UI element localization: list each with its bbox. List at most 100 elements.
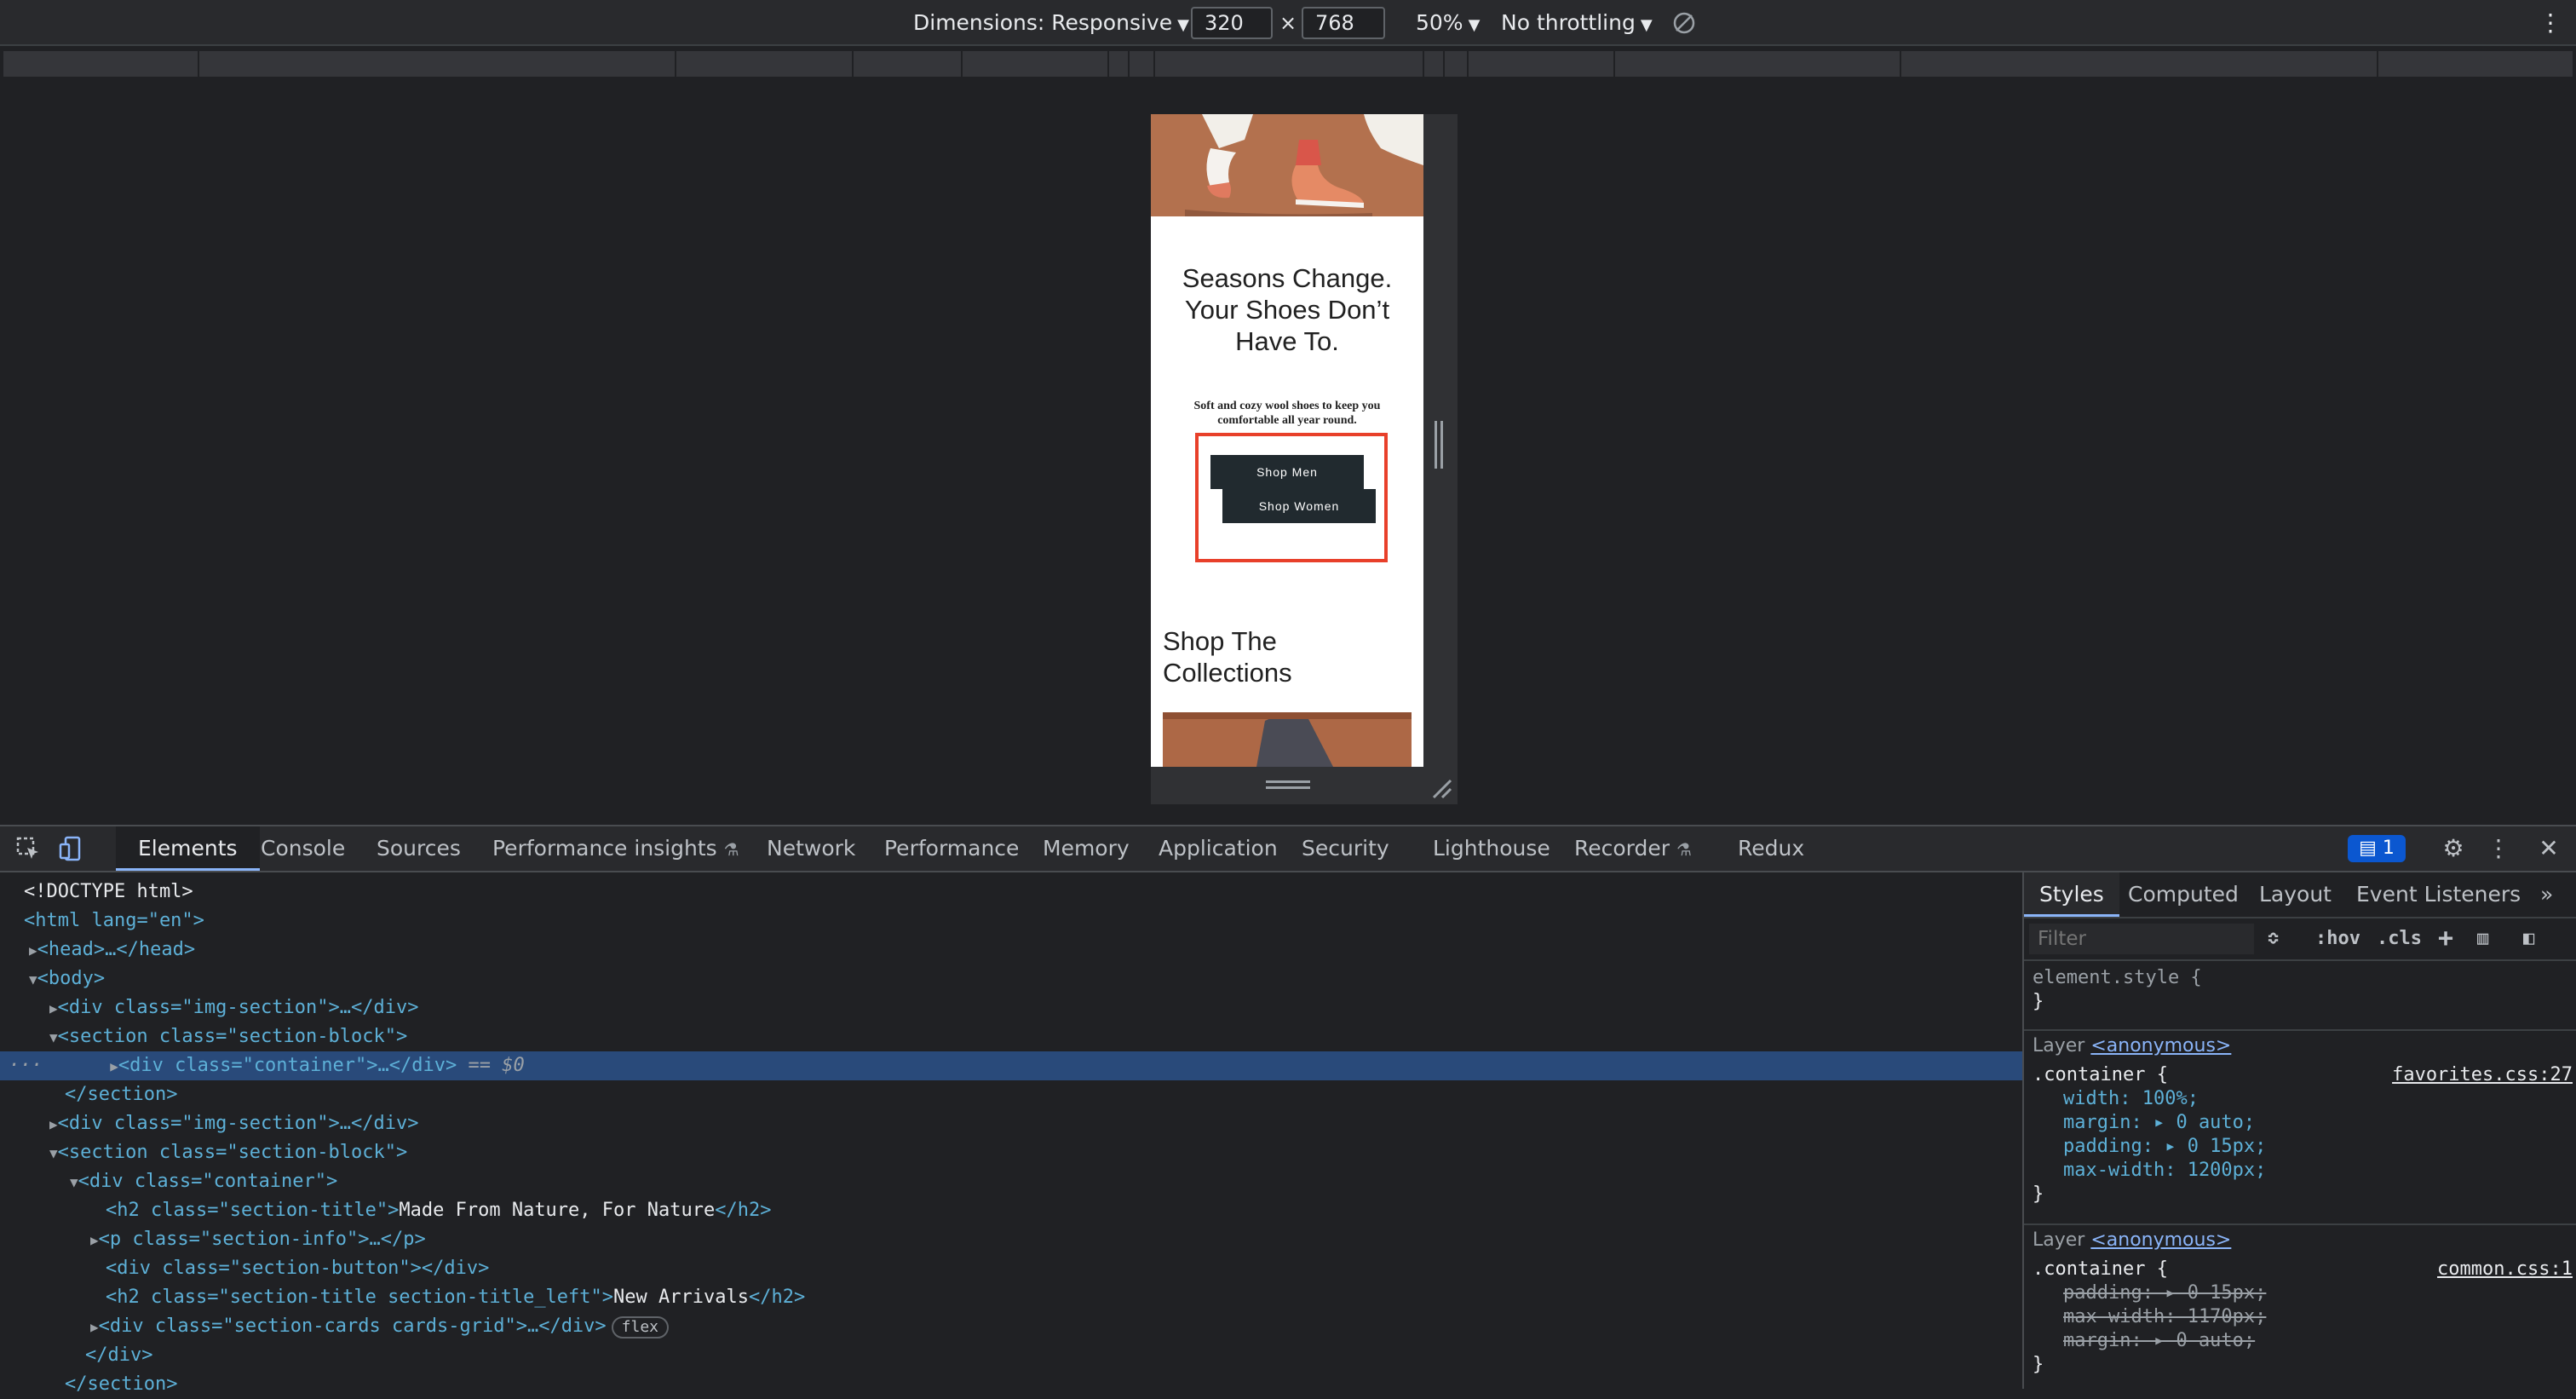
dom-node[interactable]: ▼<div class="container"> [0,1167,2090,1196]
paint-roller-icon[interactable]: ▥ [2477,918,2488,959]
layer-anonymous-link[interactable]: <anonymous> [2090,1229,2231,1251]
dom-node[interactable]: </section> [0,1370,2085,1399]
device-toggle-icon[interactable] [56,826,85,871]
dom-node[interactable]: <html lang="en"> [0,907,2044,936]
devtools-menu-icon[interactable]: ⋮ [2486,826,2511,871]
dimensions-dropdown[interactable]: Dimensions: Responsive ▼ [913,0,1189,46]
tab-event-listeners[interactable]: Event Listeners [2356,872,2521,917]
dom-node[interactable]: <h2 class="section-title">Made From Natu… [0,1196,2126,1225]
media-segment[interactable] [1445,51,1469,77]
expand-triangle-icon[interactable]: ▶ [29,942,37,959]
tab-layout[interactable]: Layout [2259,872,2332,917]
cls-toggle[interactable]: .cls [2377,918,2422,959]
new-rule-plus-icon[interactable]: + [2438,918,2453,959]
collapse-triangle-icon[interactable]: ▼ [29,971,37,987]
dom-node-selected[interactable]: ··· ▶<div class="container">…</div> == $… [0,1051,2029,1080]
css-property-overridden[interactable]: padding: ▸ 0 15px; [2063,1281,2266,1305]
tab-network[interactable]: Network [767,826,855,871]
dom-node[interactable]: ▶<div class="img-section">…</div> [0,993,2070,1022]
media-segment[interactable] [2378,51,2574,77]
rule-selector[interactable]: .container { [2033,1063,2168,1087]
media-segment[interactable] [1109,51,1130,77]
media-segment[interactable] [1155,51,1424,77]
dom-node[interactable]: <!DOCTYPE html> [0,878,2044,907]
more-tabs-chevron-icon[interactable]: » [2540,872,2553,917]
tab-performance[interactable]: Performance [884,826,1019,871]
corner-resize-icon[interactable] [1430,777,1454,801]
collapse-triangle-icon[interactable]: ▼ [70,1174,78,1190]
dom-node[interactable]: ▼<section class="section-block"> [0,1022,2070,1051]
shop-men-button[interactable]: Shop Men [1210,455,1364,489]
source-link[interactable]: common.css:1 [2437,1258,2573,1281]
css-property[interactable]: width: 100%; [2063,1087,2199,1111]
media-segment[interactable] [199,51,676,77]
ellipsis-icon[interactable]: ··· [9,1055,43,1076]
tab-computed[interactable]: Computed [2128,872,2239,917]
close-icon[interactable]: ✕ [2533,826,2564,871]
hov-toggle[interactable]: :hov [2315,918,2360,959]
tab-application[interactable]: Application [1159,826,1278,871]
tab-lighthouse[interactable]: Lighthouse [1433,826,1550,871]
expand-triangle-icon[interactable]: ▶ [90,1232,99,1248]
media-segment[interactable] [1901,51,2378,77]
shop-women-button[interactable]: Shop Women [1222,489,1376,523]
element-style-selector[interactable]: element.style { [2033,966,2202,990]
layer-anonymous-link[interactable]: <anonymous> [2090,1035,2231,1056]
dom-node[interactable]: </div> [0,1341,2106,1370]
toggle-renderings-icon[interactable]: ≎ [2268,918,2279,959]
tab-security[interactable]: Security [1302,826,1389,871]
media-segment[interactable] [3,51,199,77]
css-property[interactable]: padding: ▸ 0 15px; [2063,1135,2266,1159]
media-segment[interactable] [1615,51,1901,77]
styles-filter-input[interactable] [2029,924,2254,954]
dom-node[interactable]: ▶<head>…</head> [0,936,2050,964]
throttling-dropdown[interactable]: No throttling ▼ [1501,0,1653,46]
toggle-sidebar-icon[interactable]: ◧ [2523,918,2534,959]
dom-node[interactable]: <div class="section-button"></div> [0,1254,2126,1283]
dom-node[interactable]: <h2 class="section-title section-title_l… [0,1283,2126,1312]
dom-node[interactable]: ▼<section class="section-block"> [0,1138,2070,1167]
css-property-overridden[interactable]: max-width: 1170px; [2063,1305,2266,1329]
settings-gear-icon[interactable]: ⚙ [2438,826,2469,871]
tab-console[interactable]: Console [261,826,345,871]
source-link[interactable]: favorites.css:27 [2392,1063,2573,1087]
collapse-triangle-icon[interactable]: ▼ [49,1145,58,1161]
dom-node[interactable]: ▼<body> [0,964,2050,993]
css-property[interactable]: margin: ▸ 0 auto; [2063,1111,2255,1135]
zoom-dropdown[interactable]: 50% ▼ [1416,0,1480,46]
css-property-overridden[interactable]: margin: ▸ 0 auto; [2063,1329,2255,1353]
rotate-icon[interactable] [1671,0,1702,46]
collection-card-image[interactable] [1163,712,1412,767]
height-input[interactable]: 768 [1302,7,1385,39]
bottom-resize-handle[interactable] [1266,780,1310,789]
rule-selector[interactable]: .container { [2033,1258,2168,1281]
media-segment[interactable] [1469,51,1615,77]
expand-triangle-icon[interactable]: ▶ [49,1116,58,1132]
media-segment[interactable] [963,51,1109,77]
tab-performance-insights[interactable]: Performance insights ⚗ [492,826,739,871]
media-segment[interactable] [854,51,963,77]
tab-elements[interactable]: Elements [116,826,260,871]
right-resize-handle[interactable] [1435,421,1443,469]
flex-badge[interactable]: flex [611,1316,670,1339]
media-segment[interactable] [676,51,854,77]
expand-triangle-icon[interactable]: ▶ [110,1058,118,1074]
dom-node[interactable]: </section> [0,1080,2085,1109]
dom-node[interactable]: ▶<p class="section-info">…</p> [0,1225,2111,1254]
media-segment[interactable] [1130,51,1155,77]
more-options-icon[interactable]: ⋮ [2539,0,2562,46]
collapse-triangle-icon[interactable]: ▼ [49,1029,58,1045]
expand-triangle-icon[interactable]: ▶ [49,1000,58,1016]
issues-badge[interactable]: ▤ 1 [2348,835,2406,862]
tab-recorder[interactable]: Recorder ⚗ [1574,826,1692,871]
width-input[interactable]: 320 [1191,7,1273,39]
css-property[interactable]: max-width: 1200px; [2063,1159,2266,1183]
tab-redux[interactable]: Redux [1738,826,1804,871]
inspect-element-icon[interactable] [14,826,43,871]
tab-sources[interactable]: Sources [377,826,461,871]
media-segment[interactable] [1424,51,1445,77]
dom-node[interactable]: ▶<div class="section-cards cards-grid">…… [0,1312,2111,1341]
tab-styles[interactable]: Styles [2024,872,2119,917]
dom-node[interactable]: ▶<div class="img-section">…</div> [0,1109,2070,1138]
tab-memory[interactable]: Memory [1043,826,1130,871]
